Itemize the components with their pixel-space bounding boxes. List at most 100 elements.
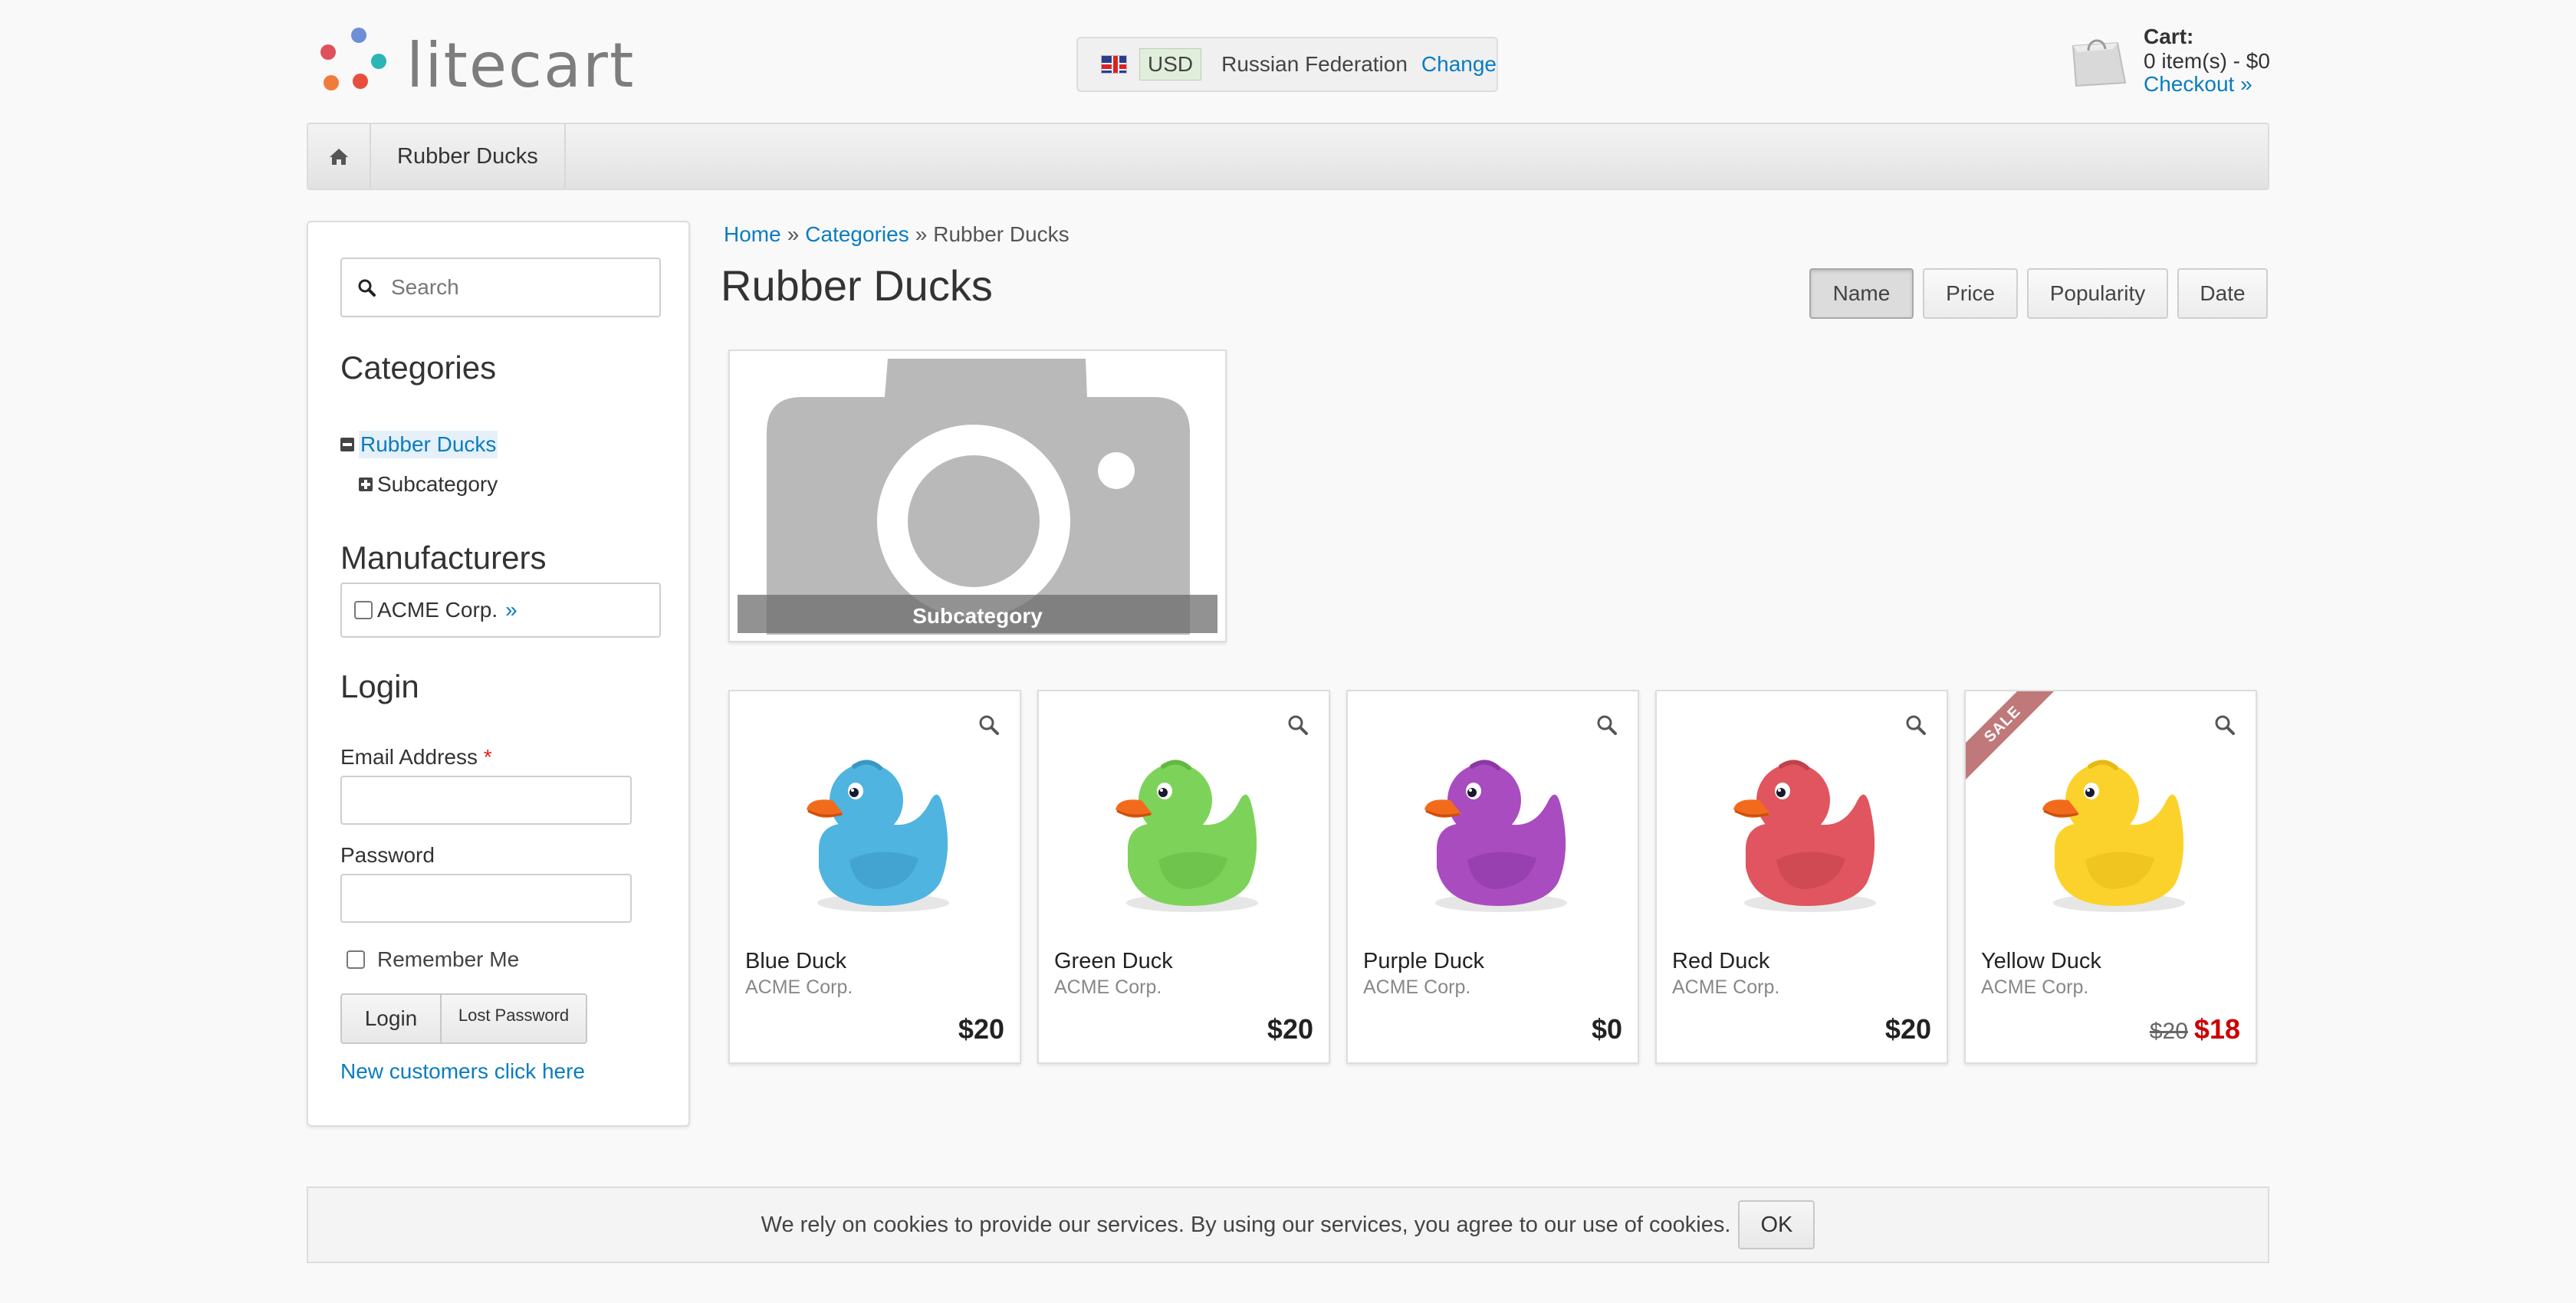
product-name[interactable]: Yellow Duck [1981, 949, 2101, 974]
category-label[interactable]: Subcategory [377, 472, 498, 497]
password-label: Password [340, 843, 435, 867]
email-label: Email Address * [340, 745, 492, 770]
manufacturer-checkbox[interactable] [354, 601, 373, 619]
sort-by-popularity-button[interactable]: Popularity [2027, 268, 2168, 319]
product-price: $0 [1591, 1013, 1622, 1045]
category-item-rubber-ducks[interactable]: Rubber Ducks [340, 431, 498, 458]
logo-dot [351, 28, 366, 43]
breadcrumb: Home» Categories» Rubber Ducks [724, 222, 1070, 247]
product-sale-price: $18 [2193, 1013, 2240, 1045]
logo-text: litecart [406, 30, 636, 101]
product-card-blue-duck[interactable]: Blue Duck ACME Corp. $20 [728, 690, 1021, 1064]
product-name[interactable]: Green Duck [1054, 949, 1173, 974]
remember-me-checkbox[interactable] [347, 950, 365, 969]
product-price: $20 [1267, 1013, 1313, 1045]
duck-image [2042, 760, 2185, 912]
region-selector: USD Russian Federation Change [1076, 37, 1498, 92]
category-item-subcategory[interactable]: Subcategory [359, 472, 498, 497]
nav-item-rubber-ducks[interactable]: Rubber Ducks [371, 124, 566, 189]
cart-summary: 0 item(s) - $0 [2144, 49, 2270, 73]
search-icon [358, 279, 376, 297]
zoom-icon[interactable] [2214, 714, 2236, 736]
cart-widget[interactable]: Cart: 0 item(s) - $0 Checkout » [2062, 23, 2292, 107]
duck-image [807, 760, 949, 912]
nav-home-button[interactable] [308, 124, 371, 189]
site-logo[interactable]: litecart [314, 23, 636, 107]
breadcrumb-current: Rubber Ducks [933, 222, 1070, 246]
search-input[interactable] [391, 275, 652, 300]
main-navbar: Rubber Ducks [307, 123, 2269, 190]
categories-heading: Categories [340, 350, 497, 386]
cart-title: Cart: [2144, 25, 2194, 48]
duck-image [1424, 760, 1567, 912]
breadcrumb-separator: » [915, 222, 928, 246]
remember-me-label: Remember Me [377, 947, 520, 971]
sort-by-name-button[interactable]: Name [1809, 268, 1914, 319]
cookie-text: We rely on cookies to provide our servic… [761, 1212, 1731, 1237]
product-manufacturer: ACME Corp. [1672, 976, 1780, 998]
cookie-notice: We rely on cookies to provide our servic… [307, 1186, 2269, 1263]
manufacturer-link[interactable]: » [505, 598, 518, 622]
product-price: $20 [1884, 1013, 1931, 1045]
product-name[interactable]: Blue Duck [745, 949, 846, 974]
zoom-icon[interactable] [978, 714, 1000, 736]
duck-image [1733, 760, 1876, 912]
page-title: Rubber Ducks [721, 261, 993, 310]
product-card-green-duck[interactable]: Green Duck ACME Corp. $20 [1037, 690, 1330, 1064]
logo-dot [371, 54, 386, 69]
minus-square-icon [340, 438, 354, 451]
camera-placeholder-icon [767, 359, 1190, 635]
login-button-group: Login Lost Password [340, 993, 587, 1044]
country-label: Russian Federation [1221, 52, 1408, 76]
search-box [340, 258, 661, 317]
category-label[interactable]: Rubber Ducks [359, 431, 498, 458]
lost-password-button[interactable]: Lost Password [442, 995, 586, 1042]
duck-image [1116, 760, 1258, 912]
product-card-yellow-duck[interactable]: SALE Yellow Duck ACME Corp. $20 $18 [1964, 690, 2257, 1064]
home-icon [330, 149, 348, 165]
sidebar: Categories Rubber Ducks Subcategory Manu… [307, 221, 690, 1127]
product-manufacturer: ACME Corp. [1981, 976, 2089, 998]
breadcrumb-home[interactable]: Home [724, 222, 781, 246]
manufacturers-heading: Manufacturers [340, 540, 547, 576]
product-manufacturer: ACME Corp. [1363, 976, 1471, 998]
change-region-link[interactable]: Change [1421, 52, 1497, 77]
sort-by-date-button[interactable]: Date [2177, 268, 2268, 319]
cookie-ok-button[interactable]: OK [1738, 1200, 1815, 1249]
remember-me[interactable]: Remember Me [347, 947, 519, 972]
sort-by-price-button[interactable]: Price [1923, 268, 2018, 319]
breadcrumb-categories[interactable]: Categories [805, 222, 909, 246]
logo-dot [353, 74, 368, 89]
logo-dot [324, 75, 339, 90]
login-heading: Login [340, 668, 419, 704]
login-button[interactable]: Login [342, 995, 442, 1042]
email-field[interactable] [340, 776, 632, 825]
product-manufacturer: ACME Corp. [745, 976, 853, 998]
manufacturer-filter: ACME Corp. » [340, 583, 661, 638]
product-manufacturer: ACME Corp. [1054, 976, 1162, 998]
shopping-bag-icon [2072, 39, 2127, 87]
subcategory-caption: Subcategory [738, 595, 1217, 633]
product-price: $20 $18 [2150, 1013, 2240, 1045]
product-card-purple-duck[interactable]: Purple Duck ACME Corp. $0 [1346, 690, 1639, 1064]
zoom-icon[interactable] [1287, 714, 1309, 736]
subcategory-tile[interactable]: Subcategory [728, 350, 1227, 642]
new-customers-link[interactable]: New customers click here [340, 1059, 585, 1084]
breadcrumb-separator: » [787, 222, 800, 246]
currency-badge: USD [1139, 48, 1202, 80]
zoom-icon[interactable] [1596, 714, 1618, 736]
product-name[interactable]: Purple Duck [1363, 949, 1484, 974]
uk-flag-icon [1101, 55, 1127, 74]
product-name[interactable]: Red Duck [1672, 949, 1769, 974]
checkout-link[interactable]: Checkout » [2144, 72, 2252, 97]
required-mark: * [483, 745, 492, 769]
manufacturer-label[interactable]: ACME Corp. [377, 598, 498, 622]
email-label-text: Email Address [340, 745, 478, 769]
password-field[interactable] [340, 874, 632, 923]
product-old-price: $20 [2149, 1019, 2188, 1044]
plus-square-icon [359, 478, 373, 491]
zoom-icon[interactable] [1905, 714, 1927, 736]
product-price: $20 [958, 1013, 1004, 1045]
product-card-red-duck[interactable]: Red Duck ACME Corp. $20 [1655, 690, 1948, 1064]
logo-dot [320, 44, 336, 60]
